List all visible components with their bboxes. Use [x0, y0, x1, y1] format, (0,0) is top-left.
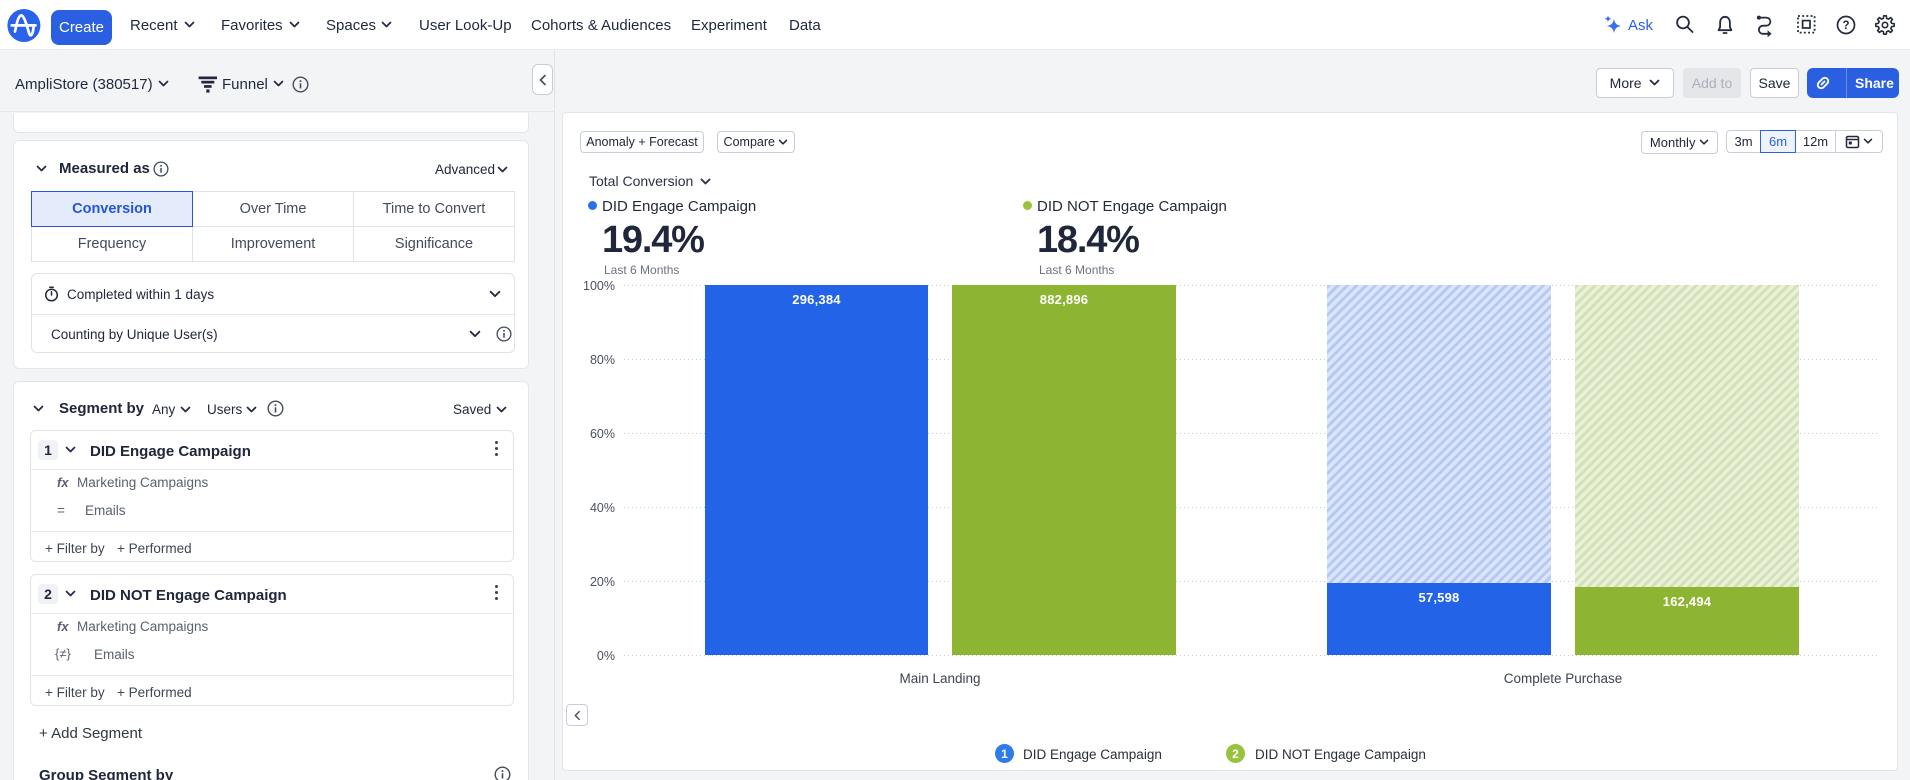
svg-text:?: ? — [1842, 20, 1849, 32]
